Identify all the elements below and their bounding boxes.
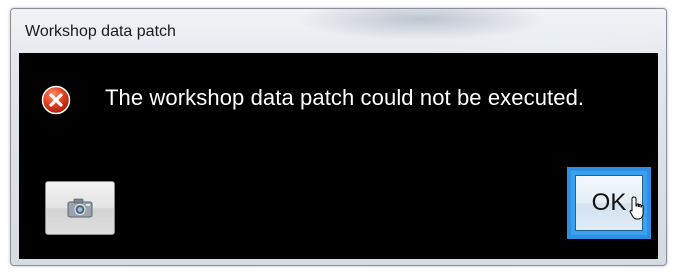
error-icon — [41, 85, 71, 115]
dialog-window: Workshop data patch The workshop data pa… — [10, 8, 667, 266]
title-bar[interactable]: Workshop data patch — [11, 9, 666, 53]
ok-button[interactable]: OK — [567, 167, 651, 239]
ok-button-label: OK — [591, 189, 627, 216]
dialog-content: The workshop data patch could not be exe… — [19, 53, 658, 259]
dialog-title: Workshop data patch — [25, 23, 176, 40]
ok-button-face[interactable]: OK — [575, 175, 644, 231]
camera-icon — [67, 198, 93, 218]
mouse-cursor-icon — [629, 196, 644, 220]
screenshot-button[interactable] — [45, 181, 115, 235]
error-message: The workshop data patch could not be exe… — [105, 85, 585, 110]
